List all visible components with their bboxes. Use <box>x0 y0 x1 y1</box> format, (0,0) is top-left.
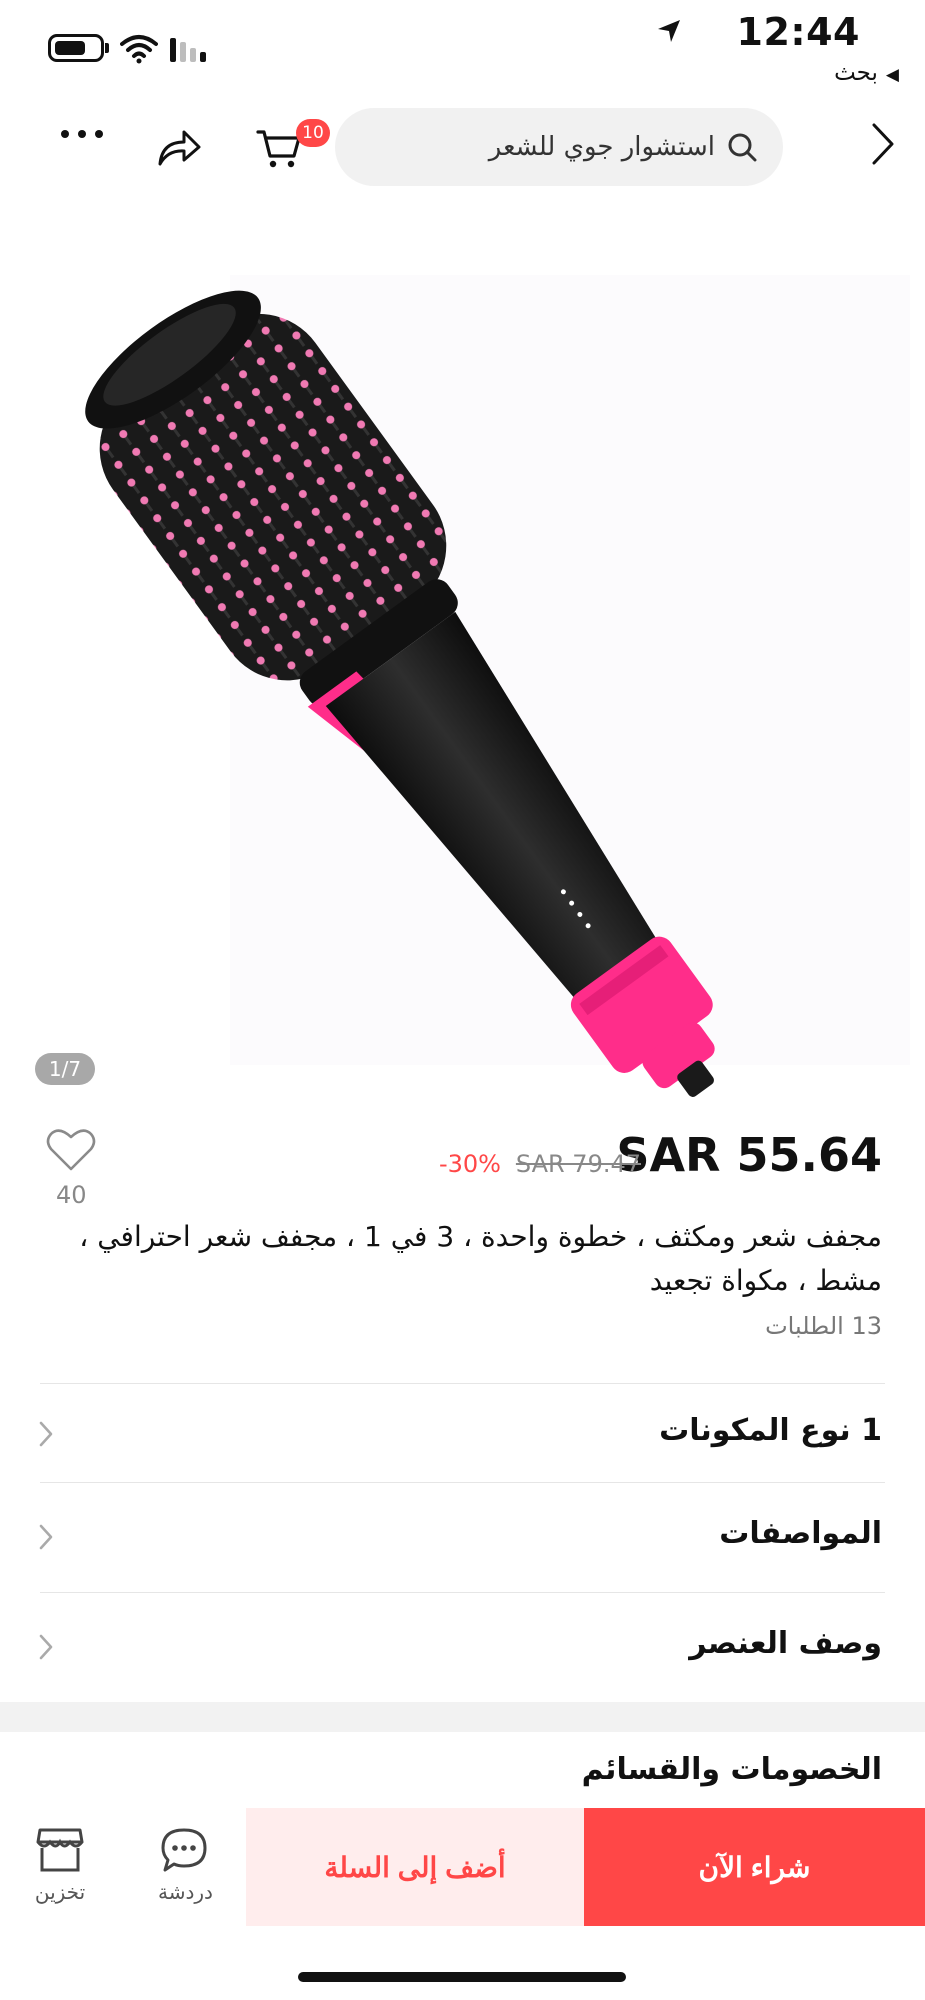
store-label: تخزين <box>34 1880 86 1904</box>
chat-label: دردشة <box>158 1880 213 1904</box>
variants-row[interactable]: 1 نوع المكونات <box>0 1385 925 1485</box>
more-options-icon[interactable] <box>60 128 104 140</box>
search-input[interactable]: استشوار جوي للشعر <box>335 108 783 186</box>
store-icon[interactable] <box>36 1826 84 1874</box>
location-arrow-icon <box>658 20 680 42</box>
product-image-gallery[interactable] <box>0 215 925 1115</box>
back-to-app-link[interactable]: ◀ بحث <box>834 60 899 86</box>
wifi-icon <box>120 35 158 64</box>
variants-label: 1 نوع المكونات <box>659 1413 882 1448</box>
search-icon <box>728 133 757 162</box>
cellular-signal-icon <box>170 38 206 62</box>
battery-icon <box>48 34 109 62</box>
back-to-app-label: بحث <box>834 60 878 86</box>
heart-icon[interactable] <box>45 1127 97 1173</box>
search-query-text: استشوار جوي للشعر <box>488 132 715 162</box>
buy-now-button[interactable]: شراء الآن <box>584 1808 925 1926</box>
current-price: SAR 55.64 <box>616 1128 882 1182</box>
product-title: مجفف شعر ومكثف ، خطوة واحدة ، 3 في 1 ، م… <box>79 1220 882 1297</box>
chevron-right-icon <box>39 1634 53 1660</box>
back-triangle-icon: ◀ <box>885 65 899 85</box>
share-icon[interactable] <box>156 128 202 168</box>
specifications-label: المواصفات <box>719 1516 882 1551</box>
product-image <box>85 275 910 1097</box>
discount-badge: -30% <box>438 1150 501 1178</box>
home-indicator[interactable] <box>298 1972 626 1982</box>
specifications-row[interactable]: المواصفات <box>0 1488 925 1588</box>
divider <box>40 1482 885 1483</box>
add-to-cart-button[interactable]: أضف إلى السلة <box>246 1808 584 1926</box>
section-separator <box>0 1702 925 1732</box>
gallery-page-indicator: 1/7 <box>35 1053 95 1085</box>
description-row[interactable]: وصف العنصر <box>0 1598 925 1698</box>
description-label: وصف العنصر <box>689 1626 882 1661</box>
wishlist-count: 40 <box>56 1181 87 1209</box>
cart-count-badge: 10 <box>296 119 330 147</box>
coupons-heading: الخصومات والقسائم <box>581 1752 882 1787</box>
chevron-right-icon <box>39 1421 53 1447</box>
orders-count: 13 الطلبات <box>765 1312 882 1340</box>
chat-icon[interactable] <box>160 1826 208 1874</box>
divider <box>40 1383 885 1384</box>
divider <box>40 1592 885 1593</box>
status-time: 12:44 <box>736 10 860 54</box>
chevron-right-icon <box>39 1524 53 1550</box>
back-chevron-icon[interactable] <box>871 122 895 166</box>
original-price: SAR 79.47 <box>515 1150 641 1178</box>
